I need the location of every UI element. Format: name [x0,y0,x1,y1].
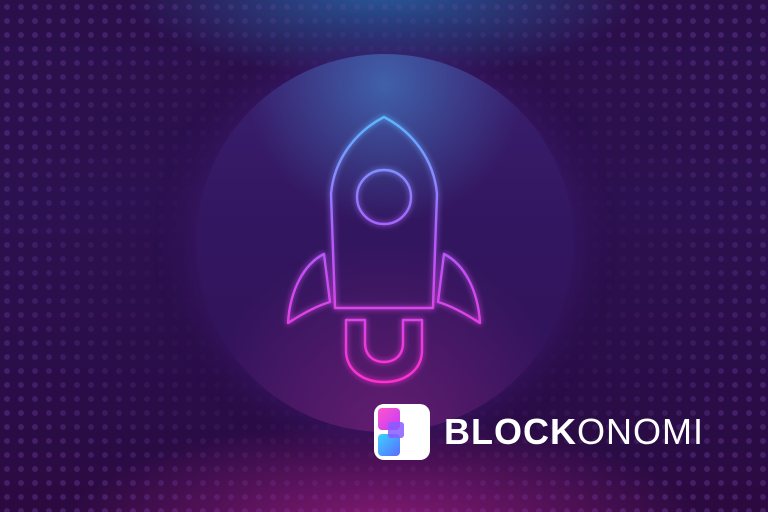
brand-name-light: ONOMI [577,411,704,452]
rocket-fin-left [286,252,332,325]
rocket-flame [344,318,424,384]
blockonomi-logo-icon [374,404,430,460]
brand-wordmark: BLOCK ONOMI [444,414,704,450]
rocket-body [329,115,439,310]
rocket-window [355,168,413,226]
brand-lockup: BLOCK ONOMI [374,404,704,460]
hero-banner: BLOCK ONOMI [0,0,768,512]
rocket-fin-right [436,252,482,325]
brand-name-bold: BLOCK [444,411,577,452]
